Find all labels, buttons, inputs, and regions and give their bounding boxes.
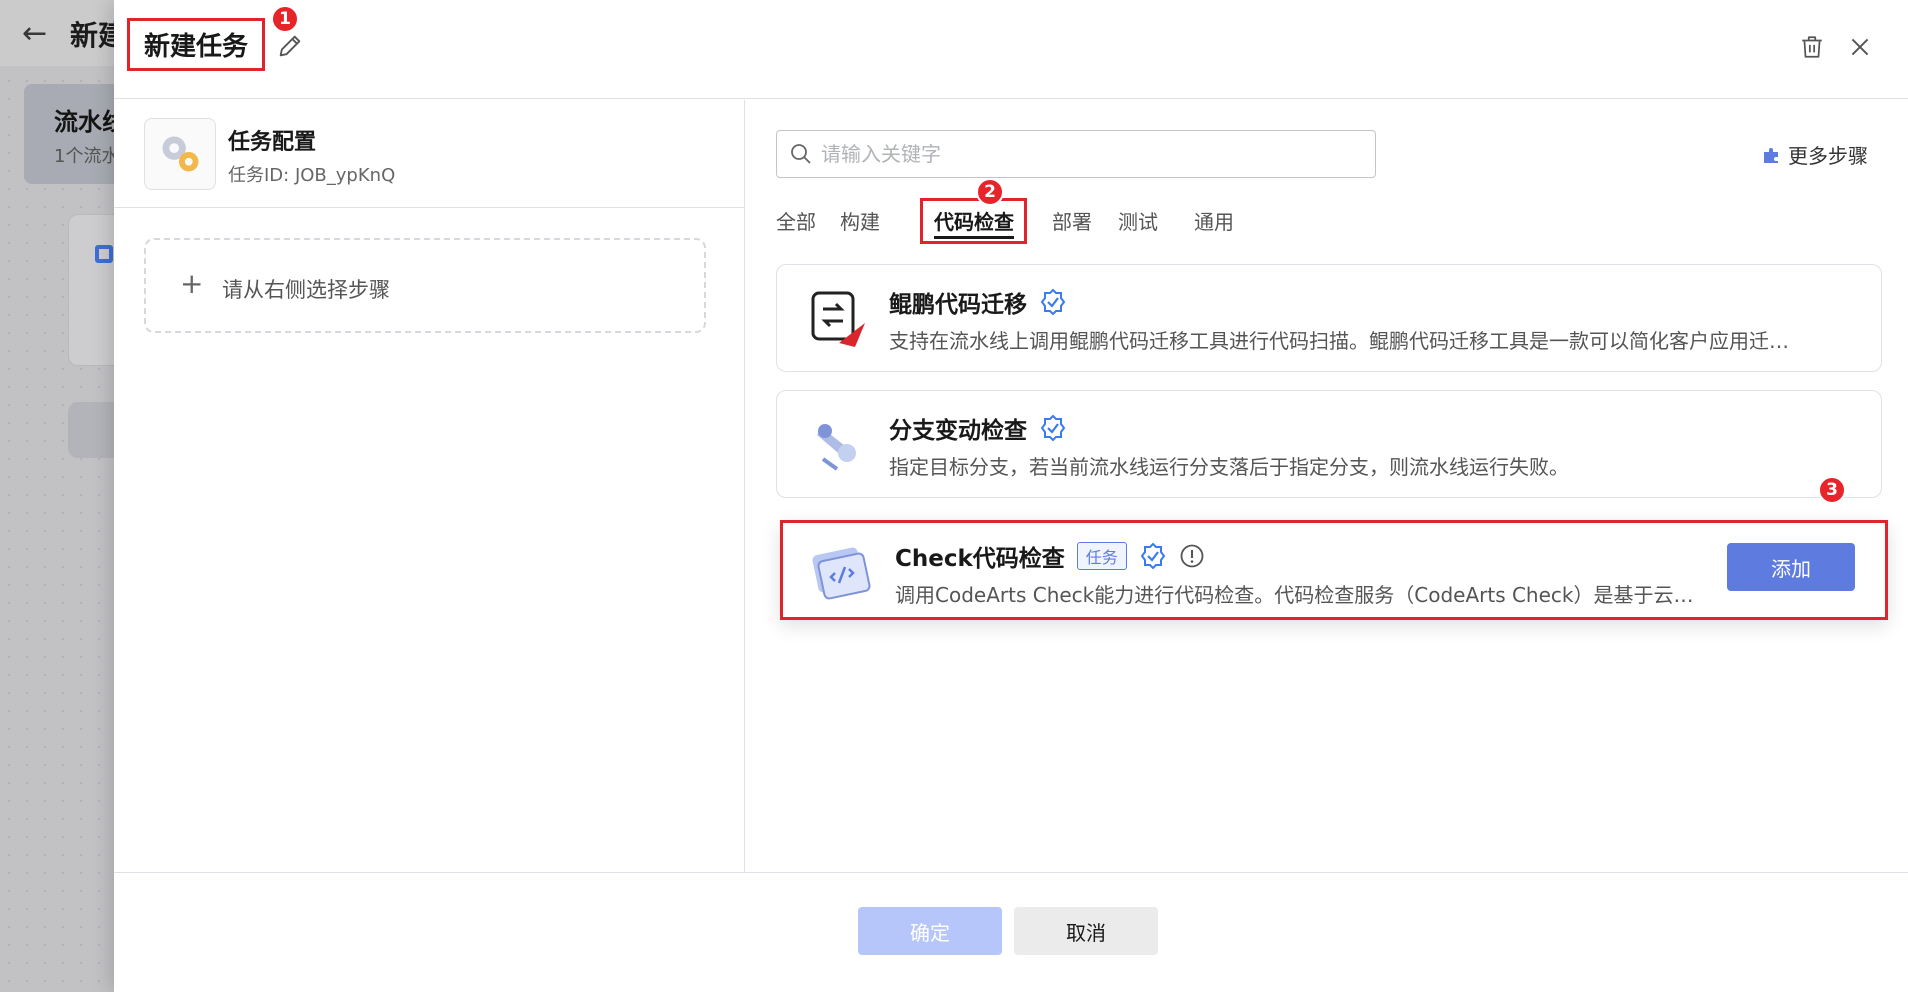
delete-trash-icon[interactable] xyxy=(1799,34,1825,60)
info-icon[interactable] xyxy=(1179,543,1205,569)
verified-badge-icon xyxy=(1040,288,1066,316)
step-card-kunpeng-migration[interactable]: 鲲鹏代码迁移 支持在流水线上调用鲲鹏代码迁移工具进行代码扫描。鲲鹏代码迁移工具是… xyxy=(776,264,1882,372)
code-check-icon xyxy=(812,547,871,600)
search-input[interactable] xyxy=(821,137,1361,171)
step-title-text: Check代码检查 xyxy=(895,546,1065,572)
step-description: 调用CodeArts Check能力进行代码检查。代码检查服务（CodeArts… xyxy=(895,583,1705,607)
step-description: 支持在流水线上调用鲲鹏代码迁移工具进行代码扫描。鲲鹏代码迁移工具是一款可以简化客… xyxy=(889,329,1789,353)
tab-test[interactable]: 测试 xyxy=(1118,206,1158,235)
task-gear-icon xyxy=(144,118,216,190)
task-id: 任务ID: JOB_ypKnQ xyxy=(228,165,396,186)
more-steps-link[interactable]: 更多步骤 xyxy=(1762,140,1868,169)
step-title: 分支变动检查 xyxy=(889,411,1067,445)
code-migration-icon xyxy=(811,291,865,347)
step-card-branch-check[interactable]: 分支变动检查 指定目标分支，若当前流水线运行分支落后于指定分支，则流水线运行失败… xyxy=(776,390,1882,498)
annotation-badge-2: 2 xyxy=(976,178,1004,206)
annotation-badge-3: 3 xyxy=(1818,476,1846,504)
cancel-button[interactable]: 取消 xyxy=(1014,907,1158,955)
close-icon[interactable] xyxy=(1847,34,1873,60)
task-tag: 任务 xyxy=(1076,542,1127,570)
drawer-header: 新建任务 1 xyxy=(114,0,1908,99)
plus-icon: + xyxy=(180,267,204,300)
title-highlight-box: 新建任务 xyxy=(127,18,265,71)
drawer-footer: 确定 取消 xyxy=(114,872,1908,992)
verified-badge-icon xyxy=(1040,414,1066,442)
search-icon xyxy=(791,144,811,164)
step-library-pane: 更多步骤 全部 构建 代码检查 部署 测试 通用 2 鲲鹏代码迁移 xyxy=(746,100,1908,872)
tab-deploy[interactable]: 部署 xyxy=(1052,206,1092,235)
add-step-hint: 请从右侧选择步骤 xyxy=(222,278,390,302)
step-title-text: 鲲鹏代码迁移 xyxy=(889,292,1027,318)
step-title: Check代码检查 任务 xyxy=(895,539,1205,573)
task-info: 任务配置 任务ID: JOB_ypKnQ xyxy=(114,100,745,208)
task-config-pane: 任务配置 任务ID: JOB_ypKnQ + 请从右侧选择步骤 xyxy=(114,100,745,872)
tab-all[interactable]: 全部 xyxy=(776,206,816,235)
active-tab-underline xyxy=(934,236,1014,239)
add-step-button[interactable]: 添加 xyxy=(1727,543,1855,591)
add-step-placeholder[interactable]: + 请从右侧选择步骤 xyxy=(144,238,706,333)
tab-common[interactable]: 通用 xyxy=(1194,206,1234,235)
task-name: 任务配置 xyxy=(228,130,317,155)
tab-code-check[interactable]: 代码检查 xyxy=(934,206,1014,235)
branch-check-icon xyxy=(817,424,856,471)
annotation-badge-1: 1 xyxy=(271,5,299,33)
step-description: 指定目标分支，若当前流水线运行分支落后于指定分支，则流水线运行失败。 xyxy=(889,455,1569,479)
step-title-text: 分支变动检查 xyxy=(889,418,1027,444)
more-steps-label: 更多步骤 xyxy=(1788,144,1868,168)
step-title: 鲲鹏代码迁移 xyxy=(889,285,1067,319)
puzzle-icon xyxy=(1764,147,1778,163)
step-card-check-code-inspection[interactable]: Check代码检查 任务 调用CodeArts Check能力进行代码检查。代码… xyxy=(780,520,1888,620)
new-task-drawer: 新建任务 1 任务配置 任务ID: JOB_ypKnQ + 请从右侧选择步骤 请… xyxy=(114,0,1908,992)
confirm-button[interactable]: 确定 xyxy=(858,907,1002,955)
verified-badge-icon xyxy=(1140,542,1166,570)
search-box[interactable] xyxy=(776,130,1376,178)
tab-build[interactable]: 构建 xyxy=(840,206,880,235)
edit-pencil-icon[interactable] xyxy=(276,32,304,60)
drawer-title: 新建任务 xyxy=(143,32,248,62)
